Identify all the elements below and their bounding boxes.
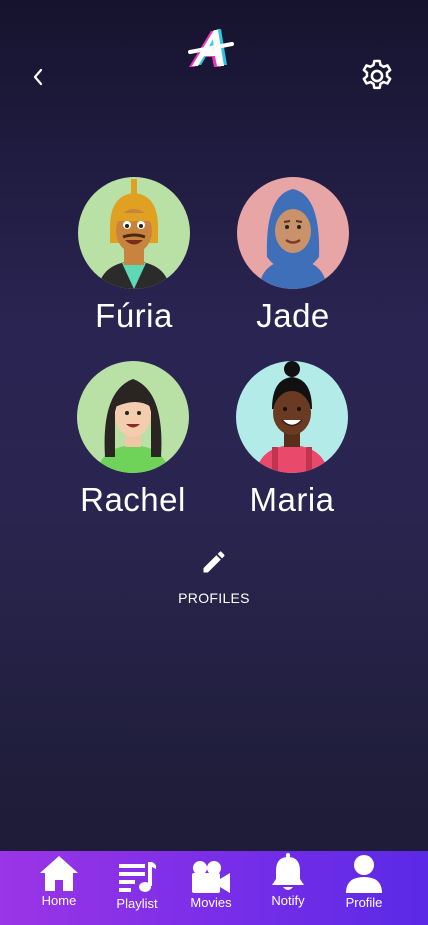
nav-label: Playlist xyxy=(116,896,158,911)
nav-label: Movies xyxy=(190,895,232,910)
top-bar xyxy=(0,0,428,120)
nav-profile[interactable]: Profile xyxy=(326,851,402,925)
chevron-left-icon xyxy=(33,68,43,86)
user-icon xyxy=(346,855,382,893)
nav-notify[interactable]: Notify xyxy=(250,851,326,925)
bell-icon xyxy=(272,853,304,890)
back-button[interactable] xyxy=(26,60,50,94)
profile-card-maria[interactable]: Maria xyxy=(217,361,367,519)
video-camera-icon xyxy=(192,861,230,893)
home-icon xyxy=(40,856,78,891)
edit-profiles-label: PROFILES xyxy=(178,590,250,606)
avatar xyxy=(237,177,349,289)
nav-label: Notify xyxy=(271,893,305,908)
nav-label: Profile xyxy=(345,895,383,910)
avatar xyxy=(236,361,348,473)
profile-card-jade[interactable]: Jade xyxy=(218,177,368,335)
pencil-icon xyxy=(203,551,225,573)
nav-movies[interactable]: Movies xyxy=(173,851,249,925)
nav-label: Home xyxy=(41,893,77,908)
settings-button[interactable] xyxy=(358,57,396,95)
profile-name: Rachel xyxy=(80,481,186,518)
profile-name: Jade xyxy=(256,297,330,334)
profile-card-rachel[interactable]: Rachel xyxy=(58,361,208,519)
nav-playlist[interactable]: Playlist xyxy=(99,851,175,925)
nav-home[interactable]: Home xyxy=(21,851,97,925)
profile-card-furia[interactable]: Fúria xyxy=(59,177,209,335)
avatar xyxy=(77,361,189,473)
gear-icon xyxy=(362,59,392,90)
edit-profiles-button[interactable]: PROFILES xyxy=(164,548,264,606)
profile-name: Maria xyxy=(249,481,335,518)
app-logo xyxy=(184,26,244,72)
profile-name: Fúria xyxy=(95,297,173,334)
bottom-nav: Home Playlist Movies Notify Profile xyxy=(0,851,428,925)
playlist-icon xyxy=(119,862,157,892)
avatar xyxy=(78,177,190,289)
